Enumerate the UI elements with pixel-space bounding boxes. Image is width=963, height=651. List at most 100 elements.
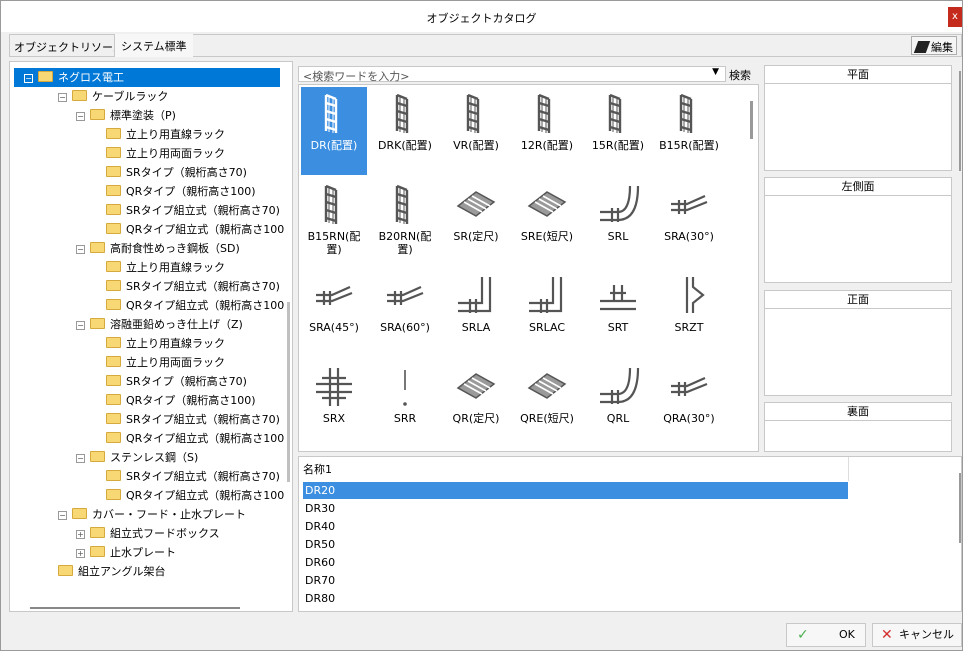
search-input[interactable]: <検索ワードを入力> ▼: [298, 66, 726, 83]
list-item[interactable]: DR60: [303, 554, 848, 571]
tree-node[interactable]: 立上り用両面ラック: [106, 144, 225, 163]
cable-rack-tray-icon: [443, 364, 509, 408]
catalog-item-label: SRLAC: [528, 321, 566, 334]
catalog-item[interactable]: 12R(配置): [514, 87, 580, 175]
tree-node[interactable]: 立上り用直線ラック: [106, 334, 225, 353]
catalog-item[interactable]: QRL: [585, 360, 651, 448]
tree-node[interactable]: 立上り用両面ラック: [106, 353, 225, 372]
collapse-icon[interactable]: −: [76, 454, 85, 463]
tree-node[interactable]: − ステンレス鋼（S): [76, 448, 198, 467]
catalog-item[interactable]: B15R(配置): [656, 87, 722, 175]
search-button[interactable]: 検索: [727, 65, 753, 83]
catalog-item[interactable]: SRA(45°): [301, 269, 367, 357]
tree-node[interactable]: − 溶融亜鉛めっき仕上げ（Z): [76, 315, 243, 334]
tree-node-label: SRタイプ（親桁高さ70): [126, 166, 247, 179]
tree-node[interactable]: − ネグロス電工: [14, 68, 280, 87]
catalog-item[interactable]: SRA(30°): [656, 178, 722, 266]
ok-button[interactable]: ✓ OK: [786, 623, 866, 647]
tree-node[interactable]: SRタイプ組立式（親桁高さ70): [106, 201, 280, 220]
views-scrollbar[interactable]: [959, 71, 961, 171]
catalog-item[interactable]: SRLA: [443, 269, 509, 357]
catalog-item[interactable]: QRE(短尺): [514, 360, 580, 448]
tree-node[interactable]: − ケーブルラック: [58, 87, 168, 106]
chevron-down-icon[interactable]: ▼: [712, 67, 719, 77]
folder-icon: [58, 565, 73, 576]
catalog-item[interactable]: QRA(30°): [656, 360, 722, 448]
list-item[interactable]: DR50: [303, 536, 848, 553]
list-item[interactable]: DR30: [303, 500, 848, 517]
catalog-item[interactable]: SR(定尺): [443, 178, 509, 266]
tree-node[interactable]: QRタイプ（親桁高さ100): [106, 391, 256, 410]
tree-node[interactable]: 立上り用直線ラック: [106, 125, 225, 144]
cable-rack-ladder-icon: [585, 91, 651, 135]
list-header[interactable]: 名称1: [303, 461, 332, 477]
tree-node[interactable]: SRタイプ（親桁高さ70): [106, 163, 247, 182]
tree-node[interactable]: SRタイプ（親桁高さ70): [106, 372, 247, 391]
cancel-button[interactable]: ✕ キャンセル: [872, 623, 962, 647]
tree-node[interactable]: 立上り用直線ラック: [106, 258, 225, 277]
collapse-icon[interactable]: −: [76, 112, 85, 121]
catalog-item[interactable]: SRA(60°): [372, 269, 438, 357]
catalog-item[interactable]: DR(配置): [301, 87, 367, 175]
folder-icon: [106, 185, 121, 196]
catalog-item[interactable]: SRT: [585, 269, 651, 357]
catalog-item[interactable]: SRE(短尺): [514, 178, 580, 266]
view-top-panel: 平面: [764, 65, 952, 171]
tree-node[interactable]: SRタイプ組立式（親桁高さ70): [106, 410, 280, 429]
tab-system-standard[interactable]: システム標準: [114, 34, 193, 57]
catalog-grid: DR(配置) DRK(配置) VR(配置) 12R(配置) 15R(配置) B15R(配置…: [298, 84, 759, 452]
catalog-item[interactable]: B20RN(配置): [372, 178, 438, 266]
catalog-item[interactable]: DRK(配置): [372, 87, 438, 175]
close-button[interactable]: x: [948, 7, 962, 27]
edit-button[interactable]: 編集: [911, 36, 957, 55]
collapse-icon[interactable]: −: [58, 93, 67, 102]
catalog-item-label: SRE(短尺): [520, 230, 574, 243]
collapse-icon[interactable]: −: [76, 245, 85, 254]
tree-node[interactable]: SRタイプ組立式（親桁高さ70): [106, 277, 280, 296]
tree-node[interactable]: − カバー・フード・止水プレート: [58, 505, 246, 524]
cancel-label: キャンセル: [899, 628, 954, 641]
tree-node[interactable]: + 止水プレート: [76, 543, 176, 562]
collapse-icon[interactable]: −: [58, 511, 67, 520]
tree-node[interactable]: QRタイプ組立式（親桁高さ100: [106, 220, 284, 239]
catalog-item[interactable]: B15RN(配置): [301, 178, 367, 266]
tree-node[interactable]: − 高耐食性めっき鋼板（SD): [76, 239, 240, 258]
collapse-icon[interactable]: −: [24, 74, 33, 83]
catalog-item[interactable]: SRX: [301, 360, 367, 448]
tree-hscrollbar[interactable]: [30, 607, 240, 609]
collapse-icon[interactable]: −: [76, 321, 85, 330]
catalog-item[interactable]: SRR: [372, 360, 438, 448]
tree-scrollbar[interactable]: [287, 302, 290, 482]
tree-node[interactable]: 組立アングル架台: [58, 562, 166, 581]
catalog-item[interactable]: VR(配置): [443, 87, 509, 175]
catalog-item[interactable]: 15R(配置): [585, 87, 651, 175]
tree-node[interactable]: QRタイプ組立式（親桁高さ100: [106, 296, 284, 315]
catalog-item-label: VR(配置): [453, 139, 499, 152]
list-item[interactable]: DR80: [303, 590, 848, 607]
catalog-scrollbar[interactable]: [750, 101, 753, 139]
tree-node[interactable]: SRタイプ組立式（親桁高さ70): [106, 467, 280, 486]
tree-node[interactable]: QRタイプ組立式（親桁高さ100: [106, 486, 284, 505]
list-item[interactable]: DR40: [303, 518, 848, 535]
expand-icon[interactable]: +: [76, 530, 85, 539]
variant-list: 名称1 DR20 DR30 DR40 DR50 DR60 DR70 DR80: [298, 456, 962, 612]
tree-node-label: QRタイプ組立式（親桁高さ100: [126, 223, 285, 236]
tree-node[interactable]: + 組立式フードボックス: [76, 524, 220, 543]
tree-node[interactable]: QRタイプ（親桁高さ100): [106, 182, 256, 201]
cable-rack-riser-icon: [514, 273, 580, 317]
tree-node-label: SRタイプ（親桁高さ70): [126, 375, 247, 388]
expand-icon[interactable]: +: [76, 549, 85, 558]
catalog-item[interactable]: QR(定尺): [443, 360, 509, 448]
catalog-item[interactable]: SRZT: [656, 269, 722, 357]
list-item[interactable]: DR70: [303, 572, 848, 589]
catalog-item[interactable]: SRL: [585, 178, 651, 266]
tree-node[interactable]: − 標準塗装（P): [76, 106, 176, 125]
catalog-item[interactable]: SRLAC: [514, 269, 580, 357]
tree-node[interactable]: QRタイプ組立式（親桁高さ100: [106, 429, 284, 448]
folder-icon: [106, 394, 121, 405]
list-scrollbar[interactable]: [959, 473, 961, 543]
folder-icon: [90, 242, 105, 253]
ok-label: OK: [839, 628, 855, 641]
list-item[interactable]: DR20: [303, 482, 848, 499]
folder-icon: [106, 204, 121, 215]
